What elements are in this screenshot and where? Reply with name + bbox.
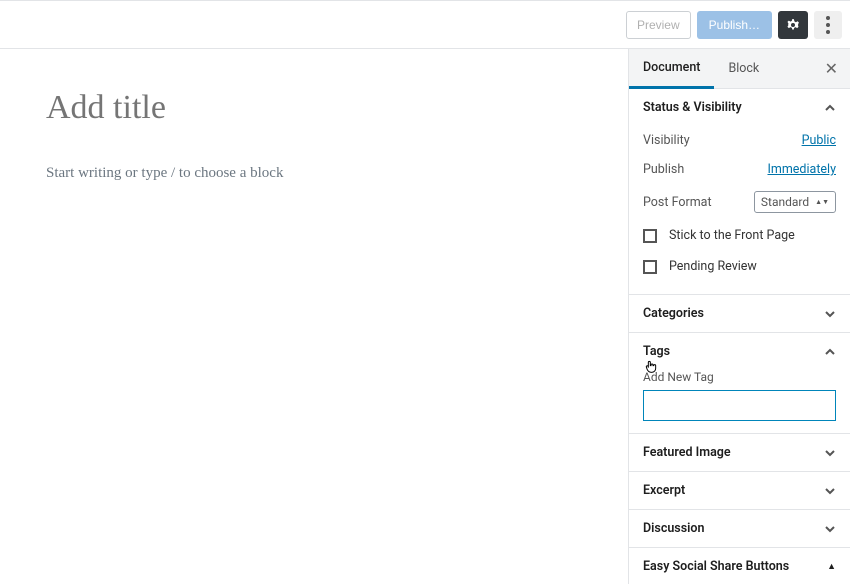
- panel-title: Featured Image: [643, 445, 731, 460]
- panel-featured-image: Featured Image: [629, 434, 850, 472]
- panel-header-categories[interactable]: Categories: [629, 295, 850, 332]
- panel-tags: Tags Add New Tag: [629, 333, 850, 434]
- panel-header-tags[interactable]: Tags: [629, 333, 850, 370]
- publish-button[interactable]: Publish…: [697, 11, 772, 39]
- editor-canvas: Start writing or type / to choose a bloc…: [0, 49, 628, 584]
- stick-front-page-checkbox[interactable]: [643, 229, 657, 243]
- stick-front-page-label: Stick to the Front Page: [669, 228, 795, 243]
- panel-header-status[interactable]: Status & Visibility: [629, 89, 850, 126]
- settings-button[interactable]: [778, 11, 808, 39]
- select-arrows-icon: ▲▼: [815, 199, 829, 205]
- chevron-down-icon: [824, 447, 836, 459]
- more-menu-button[interactable]: [814, 11, 842, 39]
- gear-icon: [785, 17, 801, 33]
- panel-header-social[interactable]: Easy Social Share Buttons ▲: [629, 548, 850, 584]
- post-body-placeholder[interactable]: Start writing or type / to choose a bloc…: [46, 165, 582, 182]
- post-format-label: Post Format: [643, 195, 712, 210]
- settings-sidebar: Document Block ✕ Status & Visibility Vis…: [628, 49, 850, 584]
- add-tag-input[interactable]: [643, 390, 836, 421]
- preview-button[interactable]: Preview: [626, 11, 691, 39]
- visibility-value-link[interactable]: Public: [802, 133, 836, 148]
- chevron-down-icon: [824, 523, 836, 535]
- publish-label: Publish: [643, 162, 684, 177]
- tab-block[interactable]: Block: [714, 49, 773, 89]
- close-icon: ✕: [825, 59, 838, 78]
- chevron-down-icon: [824, 308, 836, 320]
- chevron-up-icon: [824, 102, 836, 114]
- post-title-input[interactable]: [46, 89, 582, 127]
- chevron-up-icon: [824, 346, 836, 358]
- panel-header-excerpt[interactable]: Excerpt: [629, 472, 850, 509]
- chevron-down-icon: [824, 485, 836, 497]
- close-sidebar-button[interactable]: ✕: [813, 59, 850, 78]
- panel-title: Easy Social Share Buttons: [643, 559, 789, 574]
- panel-title: Discussion: [643, 521, 704, 536]
- sidebar-tabs: Document Block ✕: [629, 49, 850, 89]
- post-format-select[interactable]: Standard ▲▼: [754, 191, 836, 213]
- tab-document[interactable]: Document: [629, 49, 714, 89]
- panel-title: Status & Visibility: [643, 100, 742, 115]
- panel-title: Categories: [643, 306, 704, 321]
- panel-excerpt: Excerpt: [629, 472, 850, 510]
- more-vertical-icon: [826, 16, 830, 34]
- publish-value-link[interactable]: Immediately: [767, 162, 836, 177]
- pending-review-label: Pending Review: [669, 259, 757, 274]
- add-tag-label: Add New Tag: [643, 370, 836, 384]
- panel-header-discussion[interactable]: Discussion: [629, 510, 850, 547]
- visibility-label: Visibility: [643, 133, 690, 148]
- panel-discussion: Discussion: [629, 510, 850, 548]
- pending-review-checkbox[interactable]: [643, 260, 657, 274]
- panel-header-featured[interactable]: Featured Image: [629, 434, 850, 471]
- caret-up-icon: ▲: [827, 561, 836, 572]
- panel-categories: Categories: [629, 295, 850, 333]
- panel-social-share: Easy Social Share Buttons ▲: [629, 548, 850, 584]
- panel-title: Excerpt: [643, 483, 685, 498]
- panel-status-visibility: Status & Visibility Visibility Public Pu…: [629, 89, 850, 295]
- top-toolbar: Preview Publish…: [0, 0, 850, 49]
- panel-title: Tags: [643, 344, 670, 359]
